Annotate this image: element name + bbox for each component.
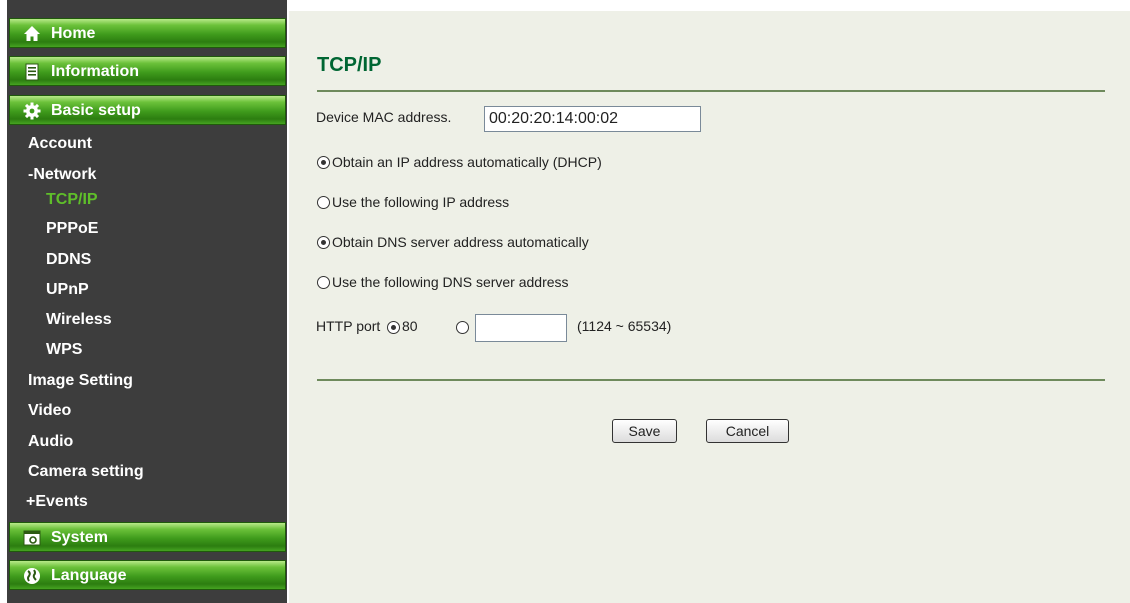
dns-manual-radio[interactable] — [317, 276, 330, 289]
document-icon — [25, 63, 39, 81]
dhcp-option-label[interactable]: Obtain an IP address automatically (DHCP… — [332, 153, 602, 171]
radio-selected-dot — [321, 160, 326, 165]
http-port-range-hint: (1124 ~ 65534) — [577, 318, 672, 334]
http-port-default-radio[interactable] — [387, 321, 400, 334]
mac-address-field[interactable] — [484, 106, 701, 132]
cancel-button[interactable]: Cancel — [706, 419, 789, 443]
dhcp-radio[interactable] — [317, 156, 330, 169]
nav-home[interactable]: Home — [9, 18, 286, 48]
mac-address-label: Device MAC address. — [316, 109, 452, 125]
sidebar-item-tcpip[interactable]: TCP/IP — [46, 190, 98, 210]
sidebar-item-upnp[interactable]: UPnP — [46, 280, 89, 300]
system-window-icon — [23, 530, 41, 546]
sidebar-item-pppoe[interactable]: PPPoE — [46, 219, 98, 239]
sidebar-item-wireless[interactable]: Wireless — [46, 310, 112, 330]
sidebar-item-wps[interactable]: WPS — [46, 340, 82, 360]
nav-system[interactable]: System — [9, 522, 286, 552]
sidebar-panel — [7, 0, 287, 603]
page-title: TCP/IP — [317, 54, 382, 76]
nav-information-label: Information — [51, 63, 139, 80]
dns-manual-option-label[interactable]: Use the following DNS server address — [332, 273, 569, 291]
sidebar-item-network[interactable]: -Network — [28, 165, 96, 185]
globe-icon — [24, 568, 40, 584]
nav-home-label: Home — [51, 25, 96, 42]
nav-basic-setup-label: Basic setup — [51, 102, 141, 119]
content-panel: TCP/IP Device MAC address. Obtain an IP … — [289, 11, 1130, 603]
nav-system-label: System — [51, 529, 108, 546]
http-port-custom-radio[interactable] — [456, 321, 469, 334]
save-button[interactable]: Save — [612, 419, 677, 443]
http-port-label: HTTP port — [316, 318, 381, 334]
radio-selected-dot — [321, 240, 326, 245]
sidebar-item-account[interactable]: Account — [28, 134, 92, 154]
static-ip-option-label[interactable]: Use the following IP address — [332, 193, 509, 211]
sidebar-item-video[interactable]: Video — [28, 401, 71, 421]
nav-information[interactable]: Information — [9, 56, 286, 86]
http-port-default-value: 80 — [402, 318, 418, 334]
static-ip-radio[interactable] — [317, 196, 330, 209]
http-port-input[interactable] — [475, 314, 567, 342]
sidebar-item-camera-setting[interactable]: Camera setting — [28, 462, 144, 482]
title-divider — [317, 90, 1105, 92]
dns-auto-radio[interactable] — [317, 236, 330, 249]
gear-icon — [23, 102, 41, 120]
home-icon — [24, 26, 40, 41]
radio-selected-dot — [391, 325, 396, 330]
sidebar-item-ddns[interactable]: DDNS — [46, 250, 91, 270]
nav-language[interactable]: Language — [9, 560, 286, 590]
sidebar-item-audio[interactable]: Audio — [28, 432, 73, 452]
sidebar-item-image-setting[interactable]: Image Setting — [28, 371, 133, 391]
sidebar: Home Information Basic setup Account -Ne… — [0, 0, 289, 603]
nav-basic-setup[interactable]: Basic setup — [9, 95, 286, 125]
nav-language-label: Language — [51, 567, 127, 584]
sidebar-item-events[interactable]: +Events — [26, 492, 88, 512]
form-divider — [317, 379, 1105, 381]
dns-auto-option-label[interactable]: Obtain DNS server address automatically — [332, 233, 589, 251]
